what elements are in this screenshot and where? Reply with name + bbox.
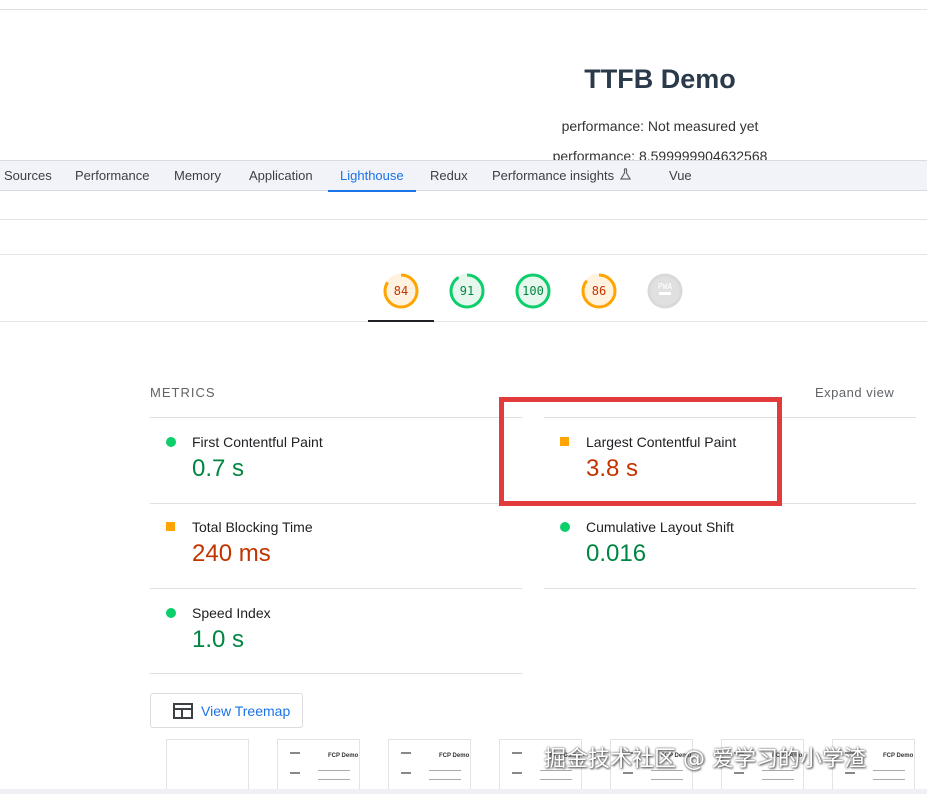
selected-gauge-underline xyxy=(368,320,434,322)
view-treemap-button[interactable]: View Treemap xyxy=(150,693,303,728)
metric-divider xyxy=(150,503,522,504)
thumb-glyph xyxy=(401,752,411,774)
performance-line-2: performance: 8.599999904632568 xyxy=(552,148,768,160)
preview-border xyxy=(0,9,927,10)
metric-divider xyxy=(150,673,522,674)
thumb-title: FCP Demo xyxy=(883,753,914,759)
thumb-glyph xyxy=(512,752,522,774)
metric-title: Speed Index xyxy=(192,605,271,621)
metric-total-blocking-time: Total Blocking Time 240 ms xyxy=(150,510,510,590)
view-treemap-label: View Treemap xyxy=(201,703,291,719)
watermark: 掘金技术社区 @ 爱学习的小学渣 xyxy=(544,747,866,772)
metric-value: 1.0 s xyxy=(192,626,245,653)
filmstrip-frame: FCP Demo xyxy=(388,739,471,794)
devtools-window: TTFB Demo performance: Not measured yet … xyxy=(0,0,927,794)
bottom-bar xyxy=(0,789,927,794)
accessibility-score-gauge[interactable]: 91 xyxy=(448,272,486,310)
devtools-tab-bar: Sources Performance Memory Application L… xyxy=(0,160,927,192)
tab-vue[interactable]: Vue xyxy=(669,161,692,191)
metric-value: 0.016 xyxy=(586,540,647,567)
filmstrip-frame xyxy=(166,739,249,794)
tab-sources[interactable]: Sources xyxy=(4,161,52,191)
pwa-label: PWA xyxy=(657,282,673,291)
divider xyxy=(0,321,927,322)
metric-divider xyxy=(150,417,522,418)
metric-divider xyxy=(544,588,916,589)
gauge-value: 91 xyxy=(459,284,475,298)
flask-icon xyxy=(620,161,632,191)
thumb-lines xyxy=(429,770,461,780)
thumb-lines xyxy=(873,770,905,780)
tab-performance[interactable]: Performance xyxy=(75,161,149,191)
best-practices-score-gauge[interactable]: 100 xyxy=(514,272,552,310)
performance-line-1: performance: Not measured yet xyxy=(561,118,759,134)
metric-speed-index: Speed Index 1.0 s xyxy=(150,596,510,676)
metric-title: Cumulative Layout Shift xyxy=(586,519,734,535)
metric-cumulative-layout-shift: Cumulative Layout Shift 0.016 xyxy=(544,510,904,590)
good-indicator-icon xyxy=(166,608,176,618)
metric-divider xyxy=(150,588,522,589)
gauge-value: 86 xyxy=(591,284,607,298)
good-indicator-icon xyxy=(560,522,570,532)
divider xyxy=(0,219,927,220)
metric-title: Total Blocking Time xyxy=(192,519,313,535)
pwa-score-gauge[interactable]: PWA xyxy=(646,272,684,310)
thumb-glyph xyxy=(290,752,300,774)
metric-first-contentful-paint: First Contentful Paint 0.7 s xyxy=(150,425,510,505)
tab-redux[interactable]: Redux xyxy=(430,161,468,191)
metric-title: First Contentful Paint xyxy=(192,434,323,450)
divider xyxy=(0,254,927,255)
tab-application[interactable]: Application xyxy=(249,161,313,191)
thumb-title: FCP Demo xyxy=(328,753,359,759)
red-highlight-box xyxy=(499,397,782,506)
filmstrip-frame: FCP Demo xyxy=(277,739,360,794)
thumb-title: FCP Demo xyxy=(439,753,470,759)
expand-view-toggle[interactable]: Expand view xyxy=(815,385,894,400)
gauge-value: 100 xyxy=(522,284,544,298)
tab-performance-insights[interactable]: Performance insights xyxy=(492,161,632,191)
tab-lighthouse[interactable]: Lighthouse xyxy=(328,161,416,192)
metric-value: 0.7 s xyxy=(192,455,245,482)
page-title: TTFB Demo xyxy=(584,64,736,94)
seo-score-gauge[interactable]: 86 xyxy=(580,272,618,310)
metrics-heading: METRICS xyxy=(150,385,216,400)
metric-value: 240 ms xyxy=(192,540,271,567)
good-indicator-icon xyxy=(166,437,176,447)
tab-memory[interactable]: Memory xyxy=(174,161,221,191)
performance-score-gauge[interactable]: 84 xyxy=(382,272,420,310)
thumb-lines xyxy=(318,770,350,780)
average-indicator-icon xyxy=(166,522,175,531)
treemap-icon xyxy=(173,703,193,719)
gauge-value: 84 xyxy=(393,284,409,298)
